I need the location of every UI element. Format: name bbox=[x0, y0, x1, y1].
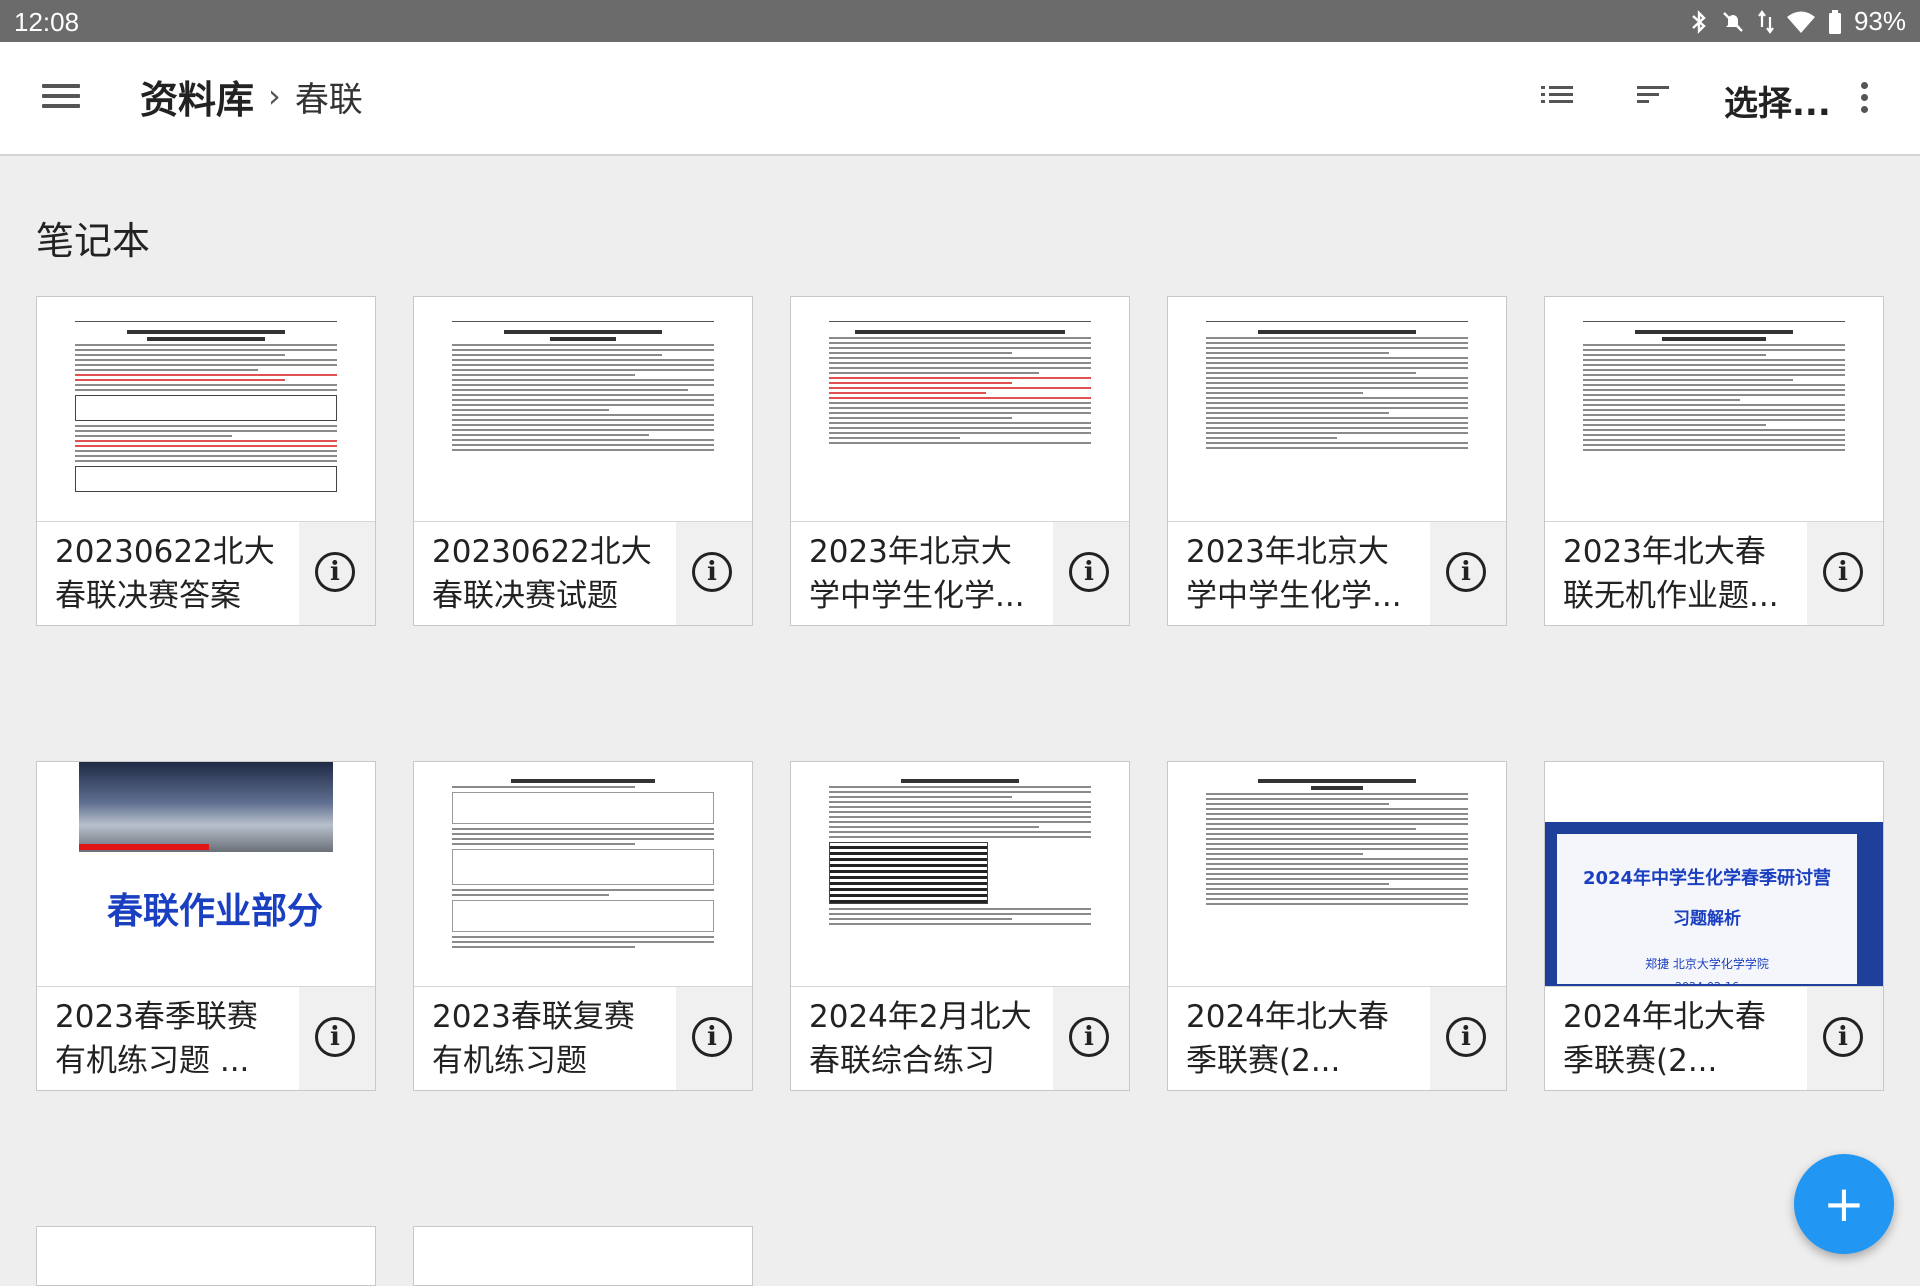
slide-thumbnail: 2024年中学生化学春季研讨营 习题解析 郑捷 北京大学化学学院 2024-02… bbox=[1545, 762, 1883, 986]
info-button[interactable]: i bbox=[676, 522, 752, 625]
more-options-button[interactable] bbox=[1860, 82, 1870, 118]
card-footer: 2023春季联赛有机练习题 ... i bbox=[37, 986, 375, 1090]
menu-icon-bar bbox=[42, 94, 80, 98]
thumb-caption: 春联作业部分 bbox=[107, 890, 324, 932]
notebook-card[interactable]: 2024年2月北大春联综合练习 i bbox=[790, 761, 1130, 1091]
card-footer: 2023春联复赛有机练习题 i bbox=[414, 986, 752, 1090]
card-title: 2024年北大春季联赛(2... bbox=[1563, 999, 1766, 1079]
notebook-card[interactable]: 2023年北京大学中学生化学... i bbox=[790, 296, 1130, 626]
card-footer: 2023年北京大学中学生化学... i bbox=[1168, 521, 1506, 625]
slide-subtitle: 习题解析 bbox=[1673, 909, 1741, 929]
mountain-image bbox=[79, 762, 333, 852]
card-title: 2023春联复赛有机练习题 bbox=[432, 999, 635, 1079]
card-footer: 2023年北大春联无机作业题... i bbox=[1545, 521, 1883, 625]
doc-thumbnail bbox=[414, 762, 752, 986]
card-title: 2023春季联赛有机练习题 ... bbox=[55, 999, 258, 1079]
doc-thumbnail bbox=[37, 297, 375, 521]
more-vert-dot bbox=[1861, 94, 1868, 101]
card-footer: 20230622北大春联决赛试题 i bbox=[414, 521, 752, 625]
notebook-card[interactable]: 2023年北京大学中学生化学... i bbox=[1167, 296, 1507, 626]
card-footer: 20230622北大春联决赛答案 i bbox=[37, 521, 375, 625]
card-title: 2023年北大春联无机作业题... bbox=[1563, 534, 1779, 614]
info-button[interactable]: i bbox=[1807, 522, 1883, 625]
notebook-card[interactable]: 春联作业部分 2023春季联赛有机练习题 ... i bbox=[36, 761, 376, 1091]
card-footer: 2024年2月北大春联综合练习 i bbox=[791, 986, 1129, 1090]
app-bar: 资料库 › 春联 选择... bbox=[0, 42, 1920, 156]
notebook-card[interactable]: 2023年北大春联无机作业题... i bbox=[1544, 296, 1884, 626]
doc-thumbnail bbox=[414, 297, 752, 521]
menu-icon-bar bbox=[42, 104, 80, 108]
info-button[interactable]: i bbox=[1430, 522, 1506, 625]
notebook-card[interactable]: 2023春联复赛有机练习题 i bbox=[413, 761, 753, 1091]
info-icon: i bbox=[1823, 552, 1863, 592]
info-icon: i bbox=[1069, 1017, 1109, 1057]
info-icon: i bbox=[1823, 1017, 1863, 1057]
battery-icon bbox=[1828, 9, 1841, 34]
status-bar: 12:08 93% bbox=[0, 0, 1920, 42]
data-arrows-icon bbox=[1758, 9, 1774, 34]
notebook-card[interactable] bbox=[36, 1226, 376, 1286]
more-vert-dot bbox=[1861, 106, 1868, 113]
info-icon: i bbox=[1446, 552, 1486, 592]
info-icon: i bbox=[315, 1017, 355, 1057]
info-button[interactable]: i bbox=[1053, 522, 1129, 625]
notebook-card[interactable]: 20230622北大春联决赛答案 i bbox=[36, 296, 376, 626]
card-title: 2023年北京大学中学生化学... bbox=[1186, 534, 1402, 614]
sort-icon[interactable] bbox=[1636, 78, 1670, 112]
more-vert-icon bbox=[1861, 82, 1868, 89]
breadcrumb-root[interactable]: 资料库 bbox=[140, 69, 254, 124]
slide-title: 2024年中学生化学春季研讨营 bbox=[1582, 868, 1832, 889]
menu-button[interactable] bbox=[42, 78, 80, 118]
info-icon: i bbox=[1069, 552, 1109, 592]
bluetooth-icon bbox=[1692, 9, 1706, 34]
card-title: 2024年2月北大春联综合练习 bbox=[809, 999, 1032, 1079]
wifi-icon bbox=[1786, 11, 1815, 33]
breadcrumb-separator: › bbox=[268, 77, 281, 115]
card-footer: 2023年北京大学中学生化学... i bbox=[791, 521, 1129, 625]
mute-icon bbox=[1723, 11, 1743, 32]
info-button[interactable]: i bbox=[676, 987, 752, 1090]
select-button[interactable]: 选择... bbox=[1724, 76, 1831, 125]
card-title: 20230622北大春联决赛试题 bbox=[432, 534, 652, 614]
info-icon: i bbox=[692, 552, 732, 592]
notebook-card[interactable]: 2024年北大春季联赛(2... i bbox=[1167, 761, 1507, 1091]
doc-thumbnail bbox=[1545, 297, 1883, 521]
status-time: 12:08 bbox=[14, 7, 80, 37]
doc-thumbnail bbox=[791, 762, 1129, 986]
info-icon: i bbox=[1446, 1017, 1486, 1057]
breadcrumb-current: 春联 bbox=[294, 79, 363, 120]
breadcrumb: 资料库 › 春联 bbox=[140, 64, 363, 128]
card-footer: 2024年北大春季联赛(2... i bbox=[1545, 986, 1883, 1090]
info-button[interactable]: i bbox=[1053, 987, 1129, 1090]
info-icon: i bbox=[315, 552, 355, 592]
notebook-card[interactable]: 20230622北大春联决赛试题 i bbox=[413, 296, 753, 626]
card-title: 2023年北京大学中学生化学... bbox=[809, 534, 1025, 614]
section-title: 笔记本 bbox=[36, 219, 151, 263]
info-icon: i bbox=[692, 1017, 732, 1057]
list-view-icon[interactable] bbox=[1540, 78, 1574, 112]
battery-percent: 93% bbox=[1853, 6, 1906, 36]
slide-frame: 2024年中学生化学春季研讨营 习题解析 郑捷 北京大学化学学院 2024-02… bbox=[1545, 822, 1883, 986]
info-button[interactable]: i bbox=[299, 987, 375, 1090]
plus-icon: + bbox=[1823, 1175, 1865, 1233]
card-title: 20230622北大春联决赛答案 bbox=[55, 534, 275, 614]
slide-content: 2024年中学生化学春季研讨营 习题解析 郑捷 北京大学化学学院 2024-02… bbox=[1557, 834, 1857, 986]
status-icons: 93% bbox=[1690, 6, 1906, 37]
doc-thumbnail bbox=[1168, 762, 1506, 986]
card-footer: 2024年北大春季联赛(2... i bbox=[1168, 986, 1506, 1090]
photo-thumbnail: 春联作业部分 bbox=[37, 762, 375, 986]
card-title: 2024年北大春季联赛(2... bbox=[1186, 999, 1389, 1079]
red-underline bbox=[79, 844, 209, 850]
menu-icon bbox=[42, 84, 80, 88]
slide-author: 郑捷 北京大学化学学院 bbox=[1645, 957, 1769, 971]
notebook-card[interactable] bbox=[413, 1226, 753, 1286]
add-fab-button[interactable]: + bbox=[1794, 1154, 1894, 1254]
doc-thumbnail bbox=[791, 297, 1129, 521]
info-button[interactable]: i bbox=[299, 522, 375, 625]
doc-thumbnail bbox=[1168, 297, 1506, 521]
notebook-card[interactable]: 2024年中学生化学春季研讨营 习题解析 郑捷 北京大学化学学院 2024-02… bbox=[1544, 761, 1884, 1091]
info-button[interactable]: i bbox=[1430, 987, 1506, 1090]
info-button[interactable]: i bbox=[1807, 987, 1883, 1090]
